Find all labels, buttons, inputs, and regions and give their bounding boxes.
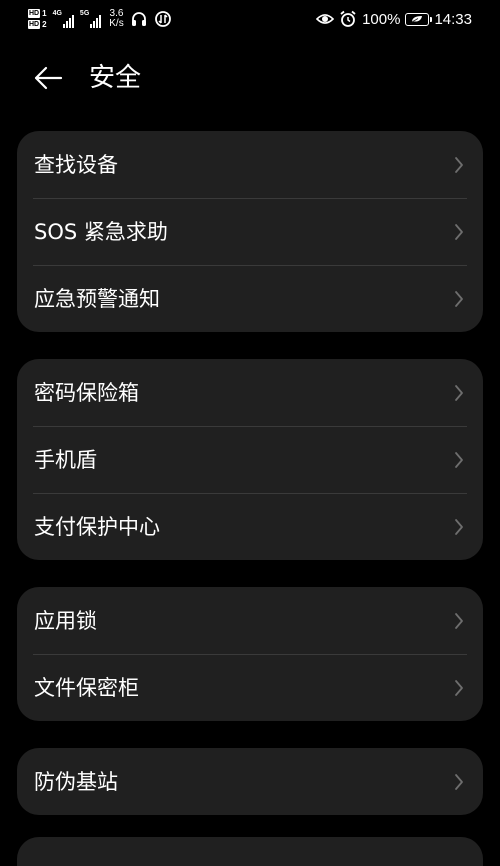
arrow-left-icon xyxy=(34,66,63,90)
sim-indicators: HD 1 HD 2 xyxy=(28,9,47,29)
chevron-right-icon xyxy=(455,156,463,173)
hd-badge: HD xyxy=(28,20,41,29)
list-item-label: 应用锁 xyxy=(34,608,97,633)
list-item-payment-protection[interactable]: 支付保护中心 xyxy=(17,493,483,560)
chevron-right-icon xyxy=(455,384,463,401)
sim2-indicator: HD 2 xyxy=(28,20,47,29)
signal-bars-icon xyxy=(62,14,74,28)
eye-comfort-icon xyxy=(316,14,335,24)
settings-group-network: 防伪基站 xyxy=(17,748,483,815)
chevron-right-icon xyxy=(455,518,463,535)
list-item-find-device[interactable]: 查找设备 xyxy=(17,131,483,198)
battery-icon xyxy=(405,12,433,26)
settings-group-more xyxy=(17,837,483,866)
page-header: 安全 xyxy=(0,50,500,106)
sim1-indicator: HD 1 xyxy=(28,9,47,18)
list-item-label: 防伪基站 xyxy=(34,769,118,794)
chevron-right-icon xyxy=(455,679,463,696)
list-item-label: 支付保护中心 xyxy=(34,514,160,539)
data-saver-icon xyxy=(154,11,171,27)
settings-group-credentials: 密码保险箱 手机盾 支付保护中心 xyxy=(17,359,483,560)
clock-time: 14:33 xyxy=(434,10,472,28)
list-item-label: 密码保险箱 xyxy=(34,380,139,405)
status-bar: HD 1 HD 2 4G 5G 3.6 K/s 100% 14:33 xyxy=(0,0,500,36)
signal-strength-sim2: 5G xyxy=(79,10,102,28)
network-type-label: 4G xyxy=(52,10,62,17)
signal-strength-sim1: 4G xyxy=(53,10,74,28)
list-item-label: SOS 紧急求助 xyxy=(34,219,168,244)
headphones-icon xyxy=(131,12,146,26)
chevron-right-icon xyxy=(455,612,463,629)
list-item-sos[interactable]: SOS 紧急求助 xyxy=(17,198,483,265)
sim2-number: 2 xyxy=(42,20,47,29)
signal-bars-icon xyxy=(90,14,102,28)
leaf-icon xyxy=(412,16,423,23)
list-item-label: 查找设备 xyxy=(34,152,118,177)
chevron-right-icon xyxy=(455,290,463,307)
status-bar-right: 100% 14:33 xyxy=(316,5,472,33)
network-speed-unit: K/s xyxy=(109,18,124,29)
settings-group-app-privacy: 应用锁 文件保密柜 xyxy=(17,587,483,721)
list-item-label: 应急预警通知 xyxy=(34,286,160,311)
chevron-right-icon xyxy=(455,223,463,240)
hd-badge: HD xyxy=(28,9,41,18)
back-button[interactable] xyxy=(28,58,68,98)
network-type-label: 5G xyxy=(79,10,90,17)
list-item-file-safe[interactable]: 文件保密柜 xyxy=(17,654,483,721)
page-title: 安全 xyxy=(89,63,142,93)
battery-percent: 100% xyxy=(362,10,401,28)
settings-group-device-safety: 查找设备 SOS 紧急求助 应急预警通知 xyxy=(17,131,483,332)
list-item-label: 文件保密柜 xyxy=(34,675,139,700)
list-item-phone-shield[interactable]: 手机盾 xyxy=(17,426,483,493)
sim1-number: 1 xyxy=(42,9,47,18)
network-speed: 3.6 K/s xyxy=(109,9,123,29)
list-item-app-lock[interactable]: 应用锁 xyxy=(17,587,483,654)
status-bar-left: HD 1 HD 2 4G 5G 3.6 K/s xyxy=(28,5,172,33)
list-item-password-vault[interactable]: 密码保险箱 xyxy=(17,359,483,426)
alarm-icon xyxy=(340,10,356,27)
list-item-fake-base-station[interactable]: 防伪基站 xyxy=(17,748,483,815)
list-item-label: 手机盾 xyxy=(34,447,97,472)
chevron-right-icon xyxy=(455,773,463,790)
chevron-right-icon xyxy=(455,451,463,468)
list-item-emergency-alerts[interactable]: 应急预警通知 xyxy=(17,265,483,332)
